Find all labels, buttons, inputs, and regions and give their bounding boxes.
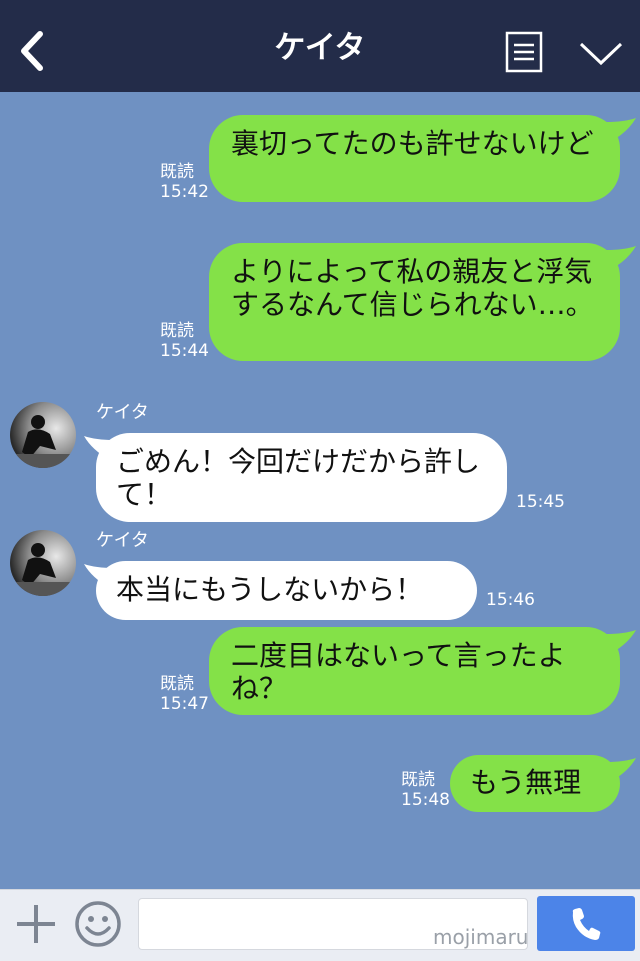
- avatar-photo-icon: [10, 530, 76, 596]
- their-message-bubble[interactable]: ごめん！今回だけだから許して！: [96, 433, 507, 522]
- message-meta: 既読 15:44: [160, 321, 209, 361]
- chat-title: ケイタ: [274, 30, 366, 66]
- smile-icon[interactable]: [74, 900, 122, 948]
- message-time: 15:45: [516, 492, 565, 512]
- message-text: もう無理: [470, 766, 582, 799]
- bubble-tail: [606, 630, 636, 654]
- read-receipt: 既読: [160, 321, 194, 341]
- read-receipt: 既読: [401, 770, 435, 790]
- phone-icon: [572, 908, 601, 940]
- message-text: 本当にもうしないから！: [116, 573, 424, 606]
- bubble-tail: [606, 246, 636, 270]
- message-text: ごめん！今回だけだから許して！: [116, 445, 481, 511]
- bubble-tail: [606, 118, 636, 142]
- plus-icon[interactable]: [14, 902, 58, 946]
- read-receipt: 既読: [160, 162, 194, 182]
- watermark-text: mojimaru: [433, 925, 529, 949]
- message-text: 裏切ってたのも許せないけど: [231, 127, 594, 160]
- call-button[interactable]: [537, 896, 635, 951]
- sender-name: ケイタ: [96, 402, 149, 423]
- message-time: 15:47: [160, 694, 209, 714]
- avatar-photo-icon: [10, 402, 76, 468]
- message-time: 15:42: [160, 182, 209, 202]
- message-time: 15:44: [160, 341, 209, 361]
- my-message-bubble[interactable]: よりによって私の親友と浮気するなんて信じられない…。: [209, 243, 620, 361]
- notes-icon[interactable]: [505, 31, 543, 73]
- my-message-bubble[interactable]: 裏切ってたのも許せないけど: [209, 115, 620, 202]
- chevron-down-icon[interactable]: [578, 38, 624, 68]
- my-message-bubble[interactable]: もう無理: [450, 755, 620, 812]
- their-message-bubble[interactable]: 本当にもうしないから！: [96, 561, 477, 620]
- message-meta: 既読 15:48: [401, 770, 450, 810]
- avatar[interactable]: [10, 530, 76, 596]
- bubble-tail: [606, 758, 636, 782]
- chat-area[interactable]: 既読 15:42 裏切ってたのも許せないけど 既読 15:44 よりによって私の…: [0, 92, 640, 889]
- my-message-bubble[interactable]: 二度目はないって言ったよね？: [209, 627, 620, 715]
- sender-name: ケイタ: [96, 530, 149, 551]
- message-text: 二度目はないって言ったよね？: [231, 639, 566, 705]
- read-receipt: 既読: [160, 674, 194, 694]
- message-meta: 既読 15:47: [160, 674, 209, 714]
- chat-header: ケイタ: [0, 0, 640, 92]
- message-time: 15:48: [401, 790, 450, 810]
- message-time: 15:46: [486, 590, 535, 610]
- avatar[interactable]: [10, 402, 76, 468]
- message-meta: 既読 15:42: [160, 162, 209, 202]
- message-text: よりによって私の親友と浮気するなんて信じられない…。: [231, 255, 594, 321]
